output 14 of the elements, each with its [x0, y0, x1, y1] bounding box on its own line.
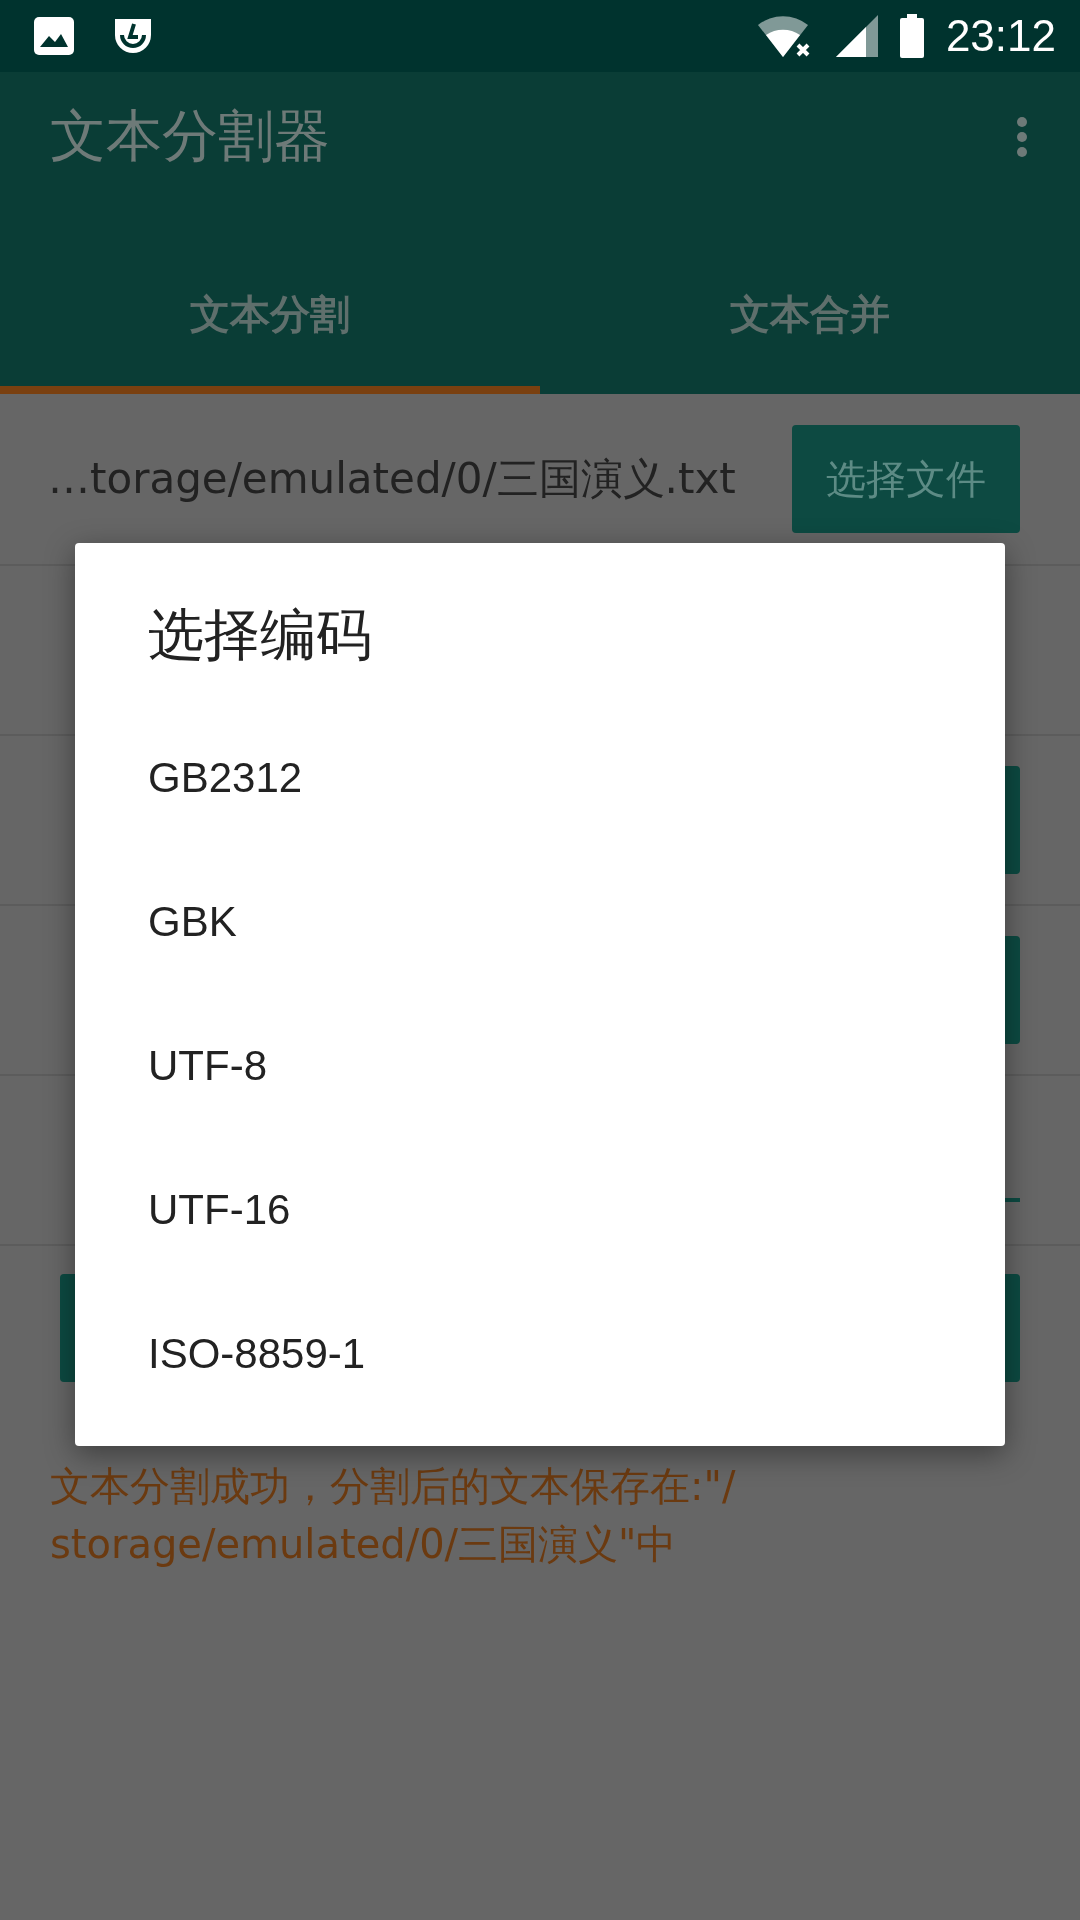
battery-icon — [899, 14, 924, 58]
image-icon — [34, 17, 74, 55]
status-message: 文本分割成功，分割后的文本保存在:"/ storage/emulated/0/三国演义"中 — [50, 1462, 737, 1569]
file-path: …torage/emulated/0/三国演义.txt — [48, 453, 736, 505]
clock-time: 23:12 — [945, 11, 1056, 61]
encoding-option[interactable]: GB2312 — [75, 706, 1005, 850]
app-title: 文本分割器 — [50, 102, 330, 170]
signal-icon — [835, 15, 878, 57]
encoding-option[interactable]: UTF-16 — [75, 1138, 1005, 1282]
dialog-title: 选择编码 — [147, 601, 373, 669]
encoding-option[interactable]: ISO-8859-1 — [75, 1282, 1005, 1426]
encoding-option[interactable]: UTF-8 — [75, 994, 1005, 1138]
encoding-option[interactable]: GBK — [75, 850, 1005, 994]
more-options-icon[interactable] — [1016, 116, 1028, 158]
